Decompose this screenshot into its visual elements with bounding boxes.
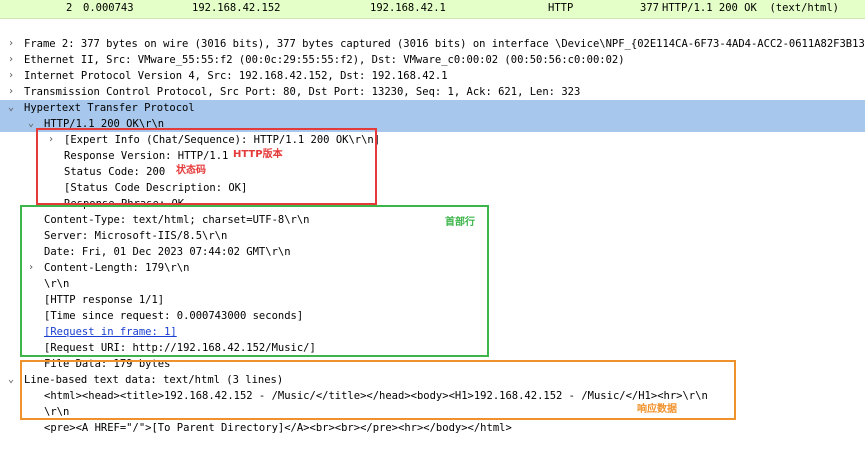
tree-item-label: Frame 2: 377 bytes on wire (3016 bits), … xyxy=(24,38,865,50)
tree-item-label: Internet Protocol Version 4, Src: 192.16… xyxy=(24,70,448,82)
tree-item-label: Transmission Control Protocol, Src Port:… xyxy=(24,86,581,98)
expand-arrow-icon[interactable]: › xyxy=(6,84,16,100)
packet-time: 0.000743 xyxy=(83,2,134,14)
response-data-highlight-box xyxy=(20,360,736,420)
packet-info: HTTP/1.1 200 OK (text/html) xyxy=(662,2,840,14)
collapse-arrow-icon[interactable]: ⌄ xyxy=(6,372,16,388)
packet-list-row[interactable]: 2 0.000743 192.168.42.152 192.168.42.1 H… xyxy=(0,0,865,19)
packet-protocol: HTTP xyxy=(548,2,574,14)
status-line-highlight-box xyxy=(36,128,377,205)
header-lines-highlight-box xyxy=(20,205,489,357)
header-lines-annotation: 首部行 xyxy=(445,217,475,228)
http-version-annotation: HTTP版本 xyxy=(233,149,283,160)
packet-length: 377 xyxy=(640,2,659,14)
collapse-arrow-icon[interactable]: ⌄ xyxy=(26,116,36,132)
collapse-arrow-icon[interactable]: ⌄ xyxy=(6,100,16,116)
tree-item-ethernet[interactable]: › Ethernet II, Src: VMware_55:55:f2 (00:… xyxy=(0,52,865,68)
tree-item-tcp[interactable]: › Transmission Control Protocol, Src Por… xyxy=(0,84,865,100)
tree-item-frame[interactable]: › Frame 2: 377 bytes on wire (3016 bits)… xyxy=(0,36,865,52)
expand-arrow-icon[interactable]: › xyxy=(6,36,16,52)
status-code-annotation: 状态码 xyxy=(176,165,206,176)
expand-arrow-icon[interactable]: › xyxy=(6,68,16,84)
packet-no: 2 xyxy=(66,2,73,14)
packet-source: 192.168.42.152 xyxy=(192,2,281,14)
tree-item-label: <pre><A HREF="/">[To Parent Directory]</… xyxy=(44,422,512,434)
tree-item-label: Ethernet II, Src: VMware_55:55:f2 (00:0c… xyxy=(24,54,625,66)
tree-item-ip[interactable]: › Internet Protocol Version 4, Src: 192.… xyxy=(0,68,865,84)
response-data-annotation: 响应数据 xyxy=(637,404,677,415)
tree-item-html-line-3[interactable]: <pre><A HREF="/">[To Parent Directory]</… xyxy=(0,420,865,436)
expand-arrow-icon[interactable]: › xyxy=(6,52,16,68)
tree-item-label: Hypertext Transfer Protocol xyxy=(24,102,195,114)
tree-item-http[interactable]: ⌄ Hypertext Transfer Protocol xyxy=(0,100,865,116)
packet-destination: 192.168.42.1 xyxy=(370,2,446,14)
